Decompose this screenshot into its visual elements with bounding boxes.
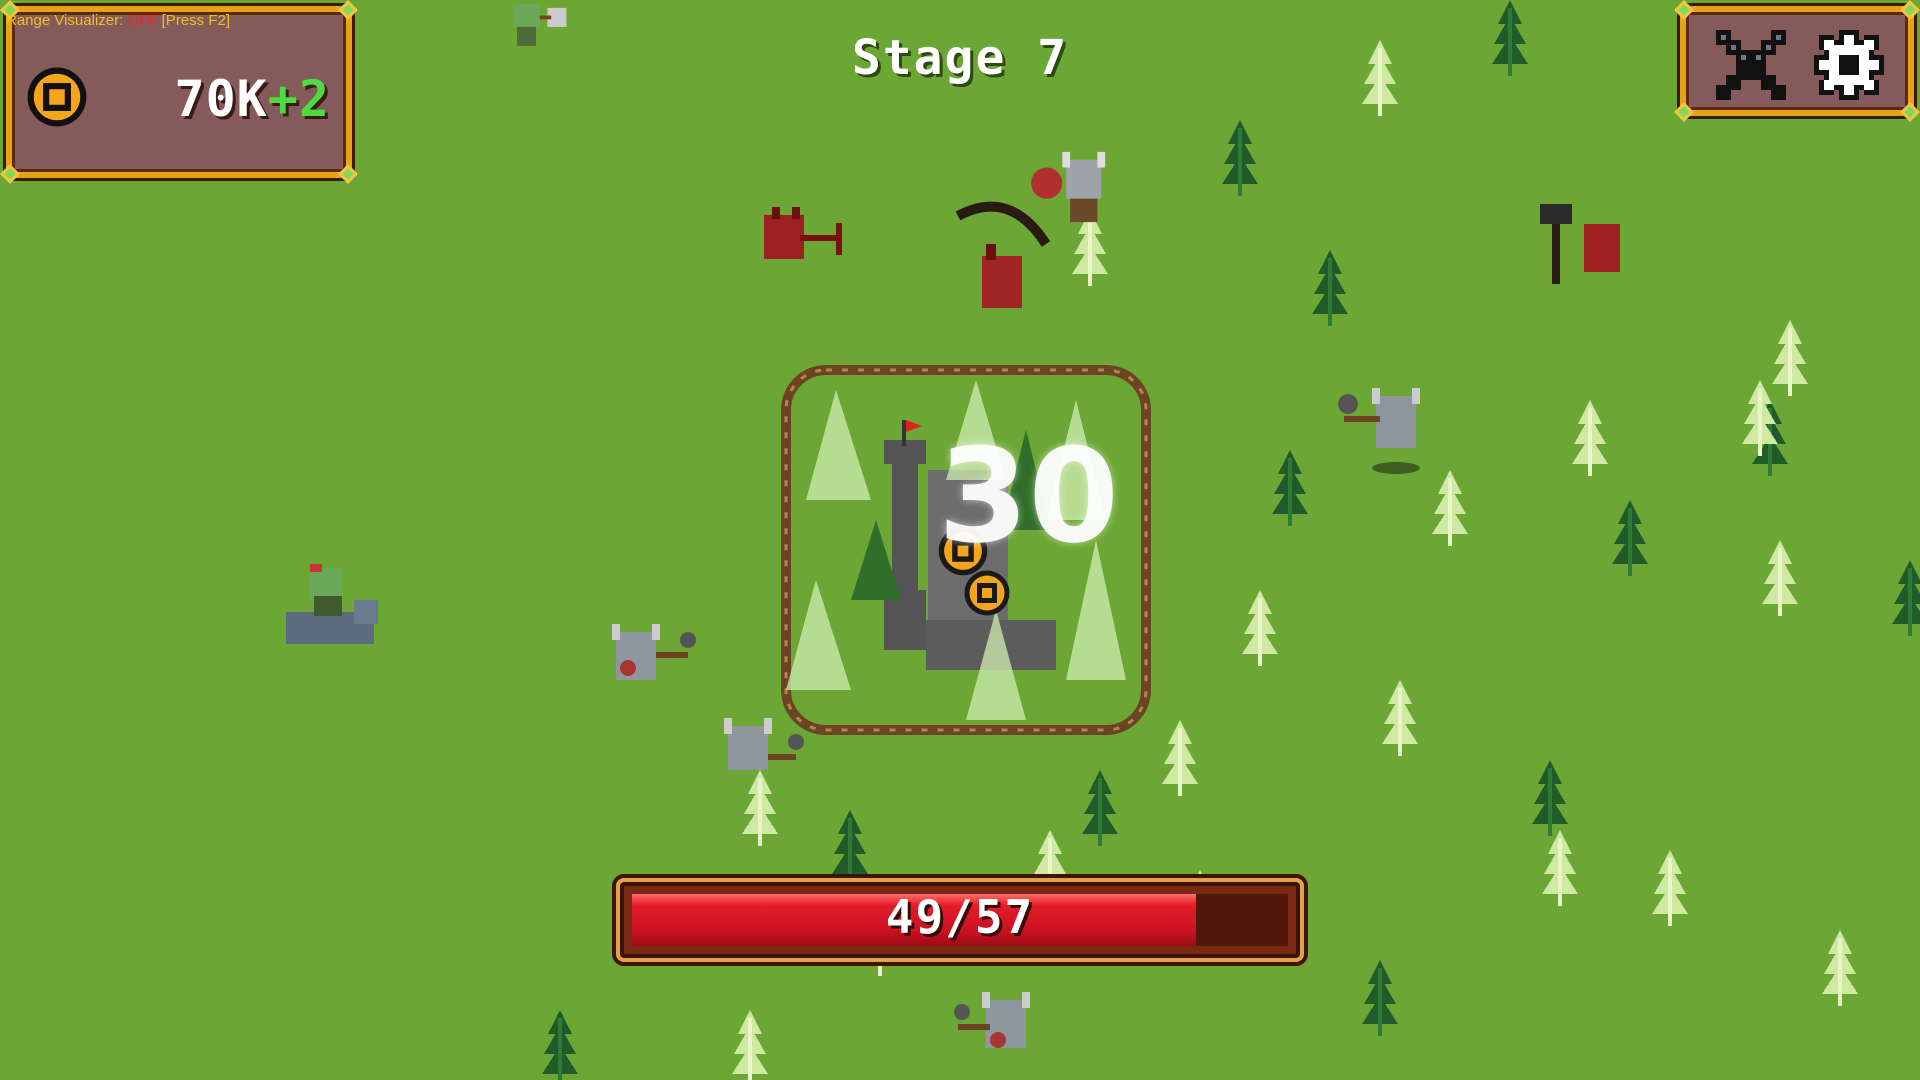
pine-tree [1430, 470, 1470, 550]
panel-corner-gem [0, 164, 20, 184]
pine-tree [1570, 400, 1610, 480]
horned-knight-enemy[interactable] [1026, 148, 1122, 226]
panel-corner-gem [1674, 102, 1694, 122]
pine-tree [1540, 830, 1580, 910]
pine-tree [1650, 850, 1690, 930]
panel-corner-gem [1900, 102, 1920, 122]
pine-tree [1530, 760, 1570, 840]
panel-corner-gem [1900, 0, 1920, 20]
pine-tree [1080, 770, 1120, 850]
pine-tree [1160, 720, 1200, 800]
base-health-bar: 49/57 [616, 878, 1304, 962]
panel-corner-gem [338, 164, 358, 184]
pine-tree [1890, 560, 1920, 640]
pine-tree [1610, 500, 1650, 580]
gear-icon [1814, 30, 1884, 100]
panel-corner-gem [1674, 0, 1694, 20]
stage-title: Stage 7 [851, 30, 1069, 86]
menu-panel [1674, 0, 1920, 122]
horned-knight-mace-enemy[interactable] [604, 616, 696, 696]
horned-knight-mace-enemy[interactable] [954, 988, 1042, 1068]
pine-tree [1310, 250, 1350, 330]
goblin-wolf-rider-enemy[interactable] [274, 560, 384, 660]
pine-tree [1360, 960, 1400, 1040]
settings-button[interactable] [1814, 30, 1884, 100]
red-demon-hammer-enemy[interactable] [1540, 200, 1632, 286]
range-visualizer-key-hint: [Press F2] [161, 12, 230, 29]
red-demon-trident-enemy[interactable] [756, 202, 852, 272]
pine-tree [1760, 540, 1800, 620]
range-visualizer-state: OFF [127, 12, 158, 29]
pine-tree [730, 1010, 770, 1080]
pine-tree [1820, 930, 1860, 1010]
damage-number: 30 [938, 420, 1119, 572]
range-visualizer-hint: Range Visualizer: OFF [Press F2] [6, 12, 230, 29]
pine-tree [1380, 680, 1420, 760]
pine-tree [1270, 450, 1310, 530]
pine-tree [1240, 590, 1280, 670]
health-bar-label: 49/57 [885, 890, 1035, 944]
dropped-coin-icon[interactable] [962, 568, 1012, 618]
battle-button[interactable] [1716, 30, 1786, 100]
horned-knight-mace-enemy[interactable] [716, 714, 804, 792]
pine-tree [1740, 380, 1780, 460]
range-visualizer-label: Range Visualizer: [6, 12, 124, 29]
game-viewport[interactable]: 30 Range Visualizer: OFF [Press F2] 70K+… [0, 0, 1920, 1080]
pine-tree [1220, 120, 1260, 200]
horned-knight-mace-enemy[interactable] [1336, 380, 1432, 476]
pine-tree [540, 1010, 580, 1080]
crossed-swords-icon [1716, 30, 1786, 100]
panel-corner-gem [338, 0, 358, 20]
